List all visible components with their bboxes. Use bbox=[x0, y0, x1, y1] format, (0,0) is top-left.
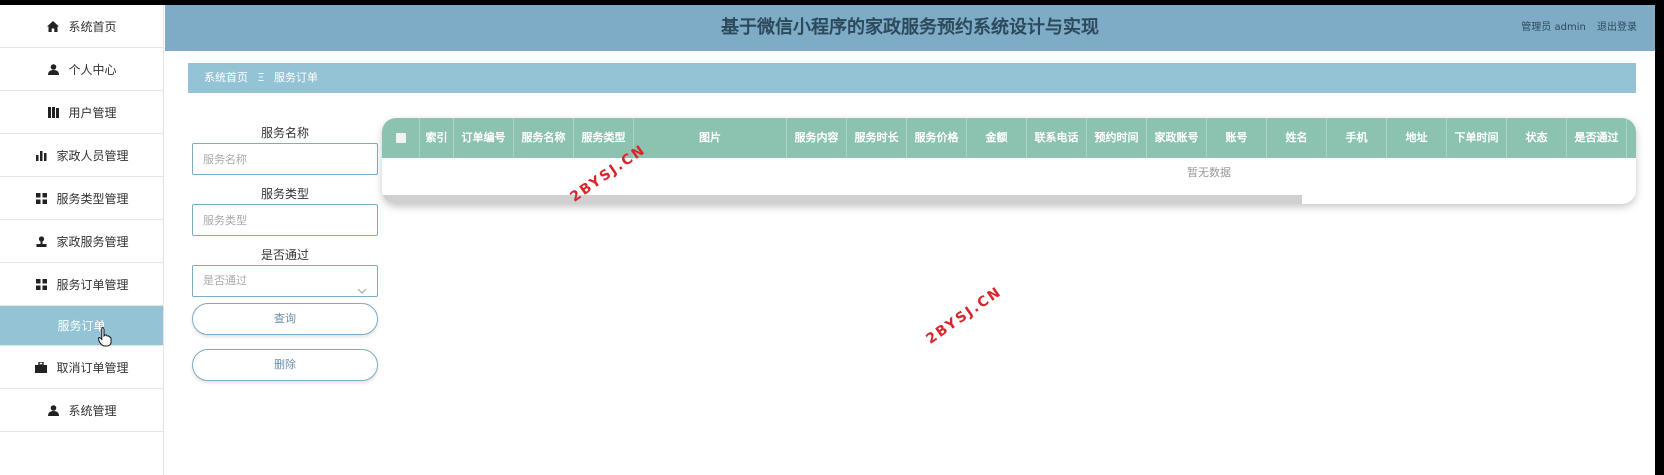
column-header: 订单编号 bbox=[454, 118, 514, 158]
stamp-icon bbox=[34, 235, 48, 247]
column-header: 服务内容 bbox=[787, 118, 847, 158]
sidebar-item-label: 家政服务管理 bbox=[56, 234, 129, 249]
sidebar-item-label: 取消订单管理 bbox=[56, 360, 129, 375]
sidebar-item-staff[interactable]: 家政人员管理 bbox=[0, 134, 163, 177]
sidebar-item-users[interactable]: 用户管理 bbox=[0, 91, 163, 134]
column-header: 图片 bbox=[634, 118, 787, 158]
sidebar-item-system[interactable]: 系统管理 bbox=[0, 389, 163, 432]
column-header: 预约时间 bbox=[1087, 118, 1147, 158]
column-header: 地址 bbox=[1387, 118, 1447, 158]
column-header: 服务价格 bbox=[907, 118, 967, 158]
sidebar-item-label: 服务订单管理 bbox=[56, 277, 129, 292]
grid-icon bbox=[34, 278, 48, 290]
sidebar-item-service-types[interactable]: 服务类型管理 bbox=[0, 177, 163, 220]
book-icon bbox=[46, 106, 60, 118]
column-header: 家政账号 bbox=[1147, 118, 1207, 158]
home-icon bbox=[46, 20, 60, 32]
bar-chart-icon bbox=[34, 149, 48, 161]
chevron-down-icon bbox=[357, 276, 367, 306]
table-header: 索引 订单编号 服务名称 服务类型 图片 服务内容 服务时长 服务价格 金额 联… bbox=[382, 118, 1636, 158]
sidebar: 系统首页 个人中心 用户管理 家政人员管理 服务类型管理 家政服务管理 服务订单… bbox=[0, 5, 164, 475]
column-header: 金额 bbox=[967, 118, 1027, 158]
app-frame: 系统首页 个人中心 用户管理 家政人员管理 服务类型管理 家政服务管理 服务订单… bbox=[0, 5, 1655, 475]
column-header: 账号 bbox=[1207, 118, 1267, 158]
hand-cursor-icon bbox=[97, 327, 112, 347]
app-title: 基于微信小程序的家政服务预约系统设计与实现 bbox=[721, 17, 1099, 38]
top-header: 基于微信小程序的家政服务预约系统设计与实现 管理员 admin 退出登录 bbox=[165, 5, 1655, 51]
watermark: 2BYSJ.CN bbox=[923, 283, 1005, 348]
sidebar-item-label: 用户管理 bbox=[68, 105, 117, 120]
service-name-label: 服务名称 bbox=[260, 126, 309, 140]
sidebar-item-services[interactable]: 家政服务管理 bbox=[0, 220, 163, 263]
column-header: 索引 bbox=[420, 118, 454, 158]
approval-select-placeholder: 是否通过 bbox=[203, 274, 247, 287]
user-icon bbox=[46, 404, 60, 416]
service-type-input[interactable] bbox=[192, 204, 378, 236]
select-all-cell[interactable] bbox=[382, 118, 420, 158]
approval-select[interactable]: 是否通过 bbox=[192, 265, 378, 297]
column-header: 是否通过 bbox=[1567, 118, 1627, 158]
query-button[interactable]: 查询 bbox=[192, 303, 378, 335]
column-header: 姓名 bbox=[1267, 118, 1327, 158]
header-user-area: 管理员 admin 退出登录 bbox=[1513, 5, 1637, 51]
briefcase-icon bbox=[34, 361, 48, 373]
sidebar-item-label: 家政人员管理 bbox=[56, 148, 129, 163]
service-name-input[interactable] bbox=[192, 143, 378, 175]
empty-state: 暂无数据 bbox=[1187, 166, 1231, 179]
sidebar-item-label: 系统首页 bbox=[68, 19, 117, 34]
breadcrumb-home[interactable]: 系统首页 bbox=[204, 71, 248, 84]
breadcrumb-current: 服务订单 bbox=[273, 71, 318, 84]
column-header: 服务名称 bbox=[514, 118, 574, 158]
sidebar-item-label: 服务类型管理 bbox=[56, 191, 129, 206]
breadcrumb-separator: Ξ bbox=[257, 71, 265, 84]
column-header: 手机 bbox=[1327, 118, 1387, 158]
column-header: 联系电话 bbox=[1027, 118, 1087, 158]
sidebar-item-order-management[interactable]: 服务订单管理 bbox=[0, 263, 163, 306]
logout-link[interactable]: 退出登录 bbox=[1597, 22, 1637, 33]
sidebar-item-home[interactable]: 系统首页 bbox=[0, 5, 163, 48]
sidebar-item-label: 个人中心 bbox=[68, 62, 117, 77]
search-form: 服务名称 服务类型 是否通过 是否通过 查询 删除 bbox=[192, 123, 378, 395]
column-header: 下单时间 bbox=[1447, 118, 1507, 158]
grid-icon bbox=[34, 192, 48, 204]
sidebar-subitem-service-orders[interactable]: 服务订单 bbox=[0, 306, 163, 346]
column-header: 状态 bbox=[1507, 118, 1567, 158]
service-type-label: 服务类型 bbox=[260, 187, 309, 201]
approval-label: 是否通过 bbox=[260, 248, 309, 262]
delete-button[interactable]: 删除 bbox=[192, 349, 378, 381]
select-all-checkbox[interactable] bbox=[395, 133, 406, 143]
sidebar-item-label: 系统管理 bbox=[68, 403, 117, 418]
user-icon bbox=[46, 63, 60, 75]
sidebar-item-profile[interactable]: 个人中心 bbox=[0, 48, 163, 91]
horizontal-scrollbar[interactable] bbox=[382, 195, 1302, 204]
breadcrumb: 系统首页 Ξ 服务订单 bbox=[188, 63, 1636, 93]
user-label: 管理员 admin bbox=[1521, 22, 1586, 33]
sidebar-item-cancel-orders[interactable]: 取消订单管理 bbox=[0, 346, 163, 389]
column-header: 服务时长 bbox=[847, 118, 907, 158]
